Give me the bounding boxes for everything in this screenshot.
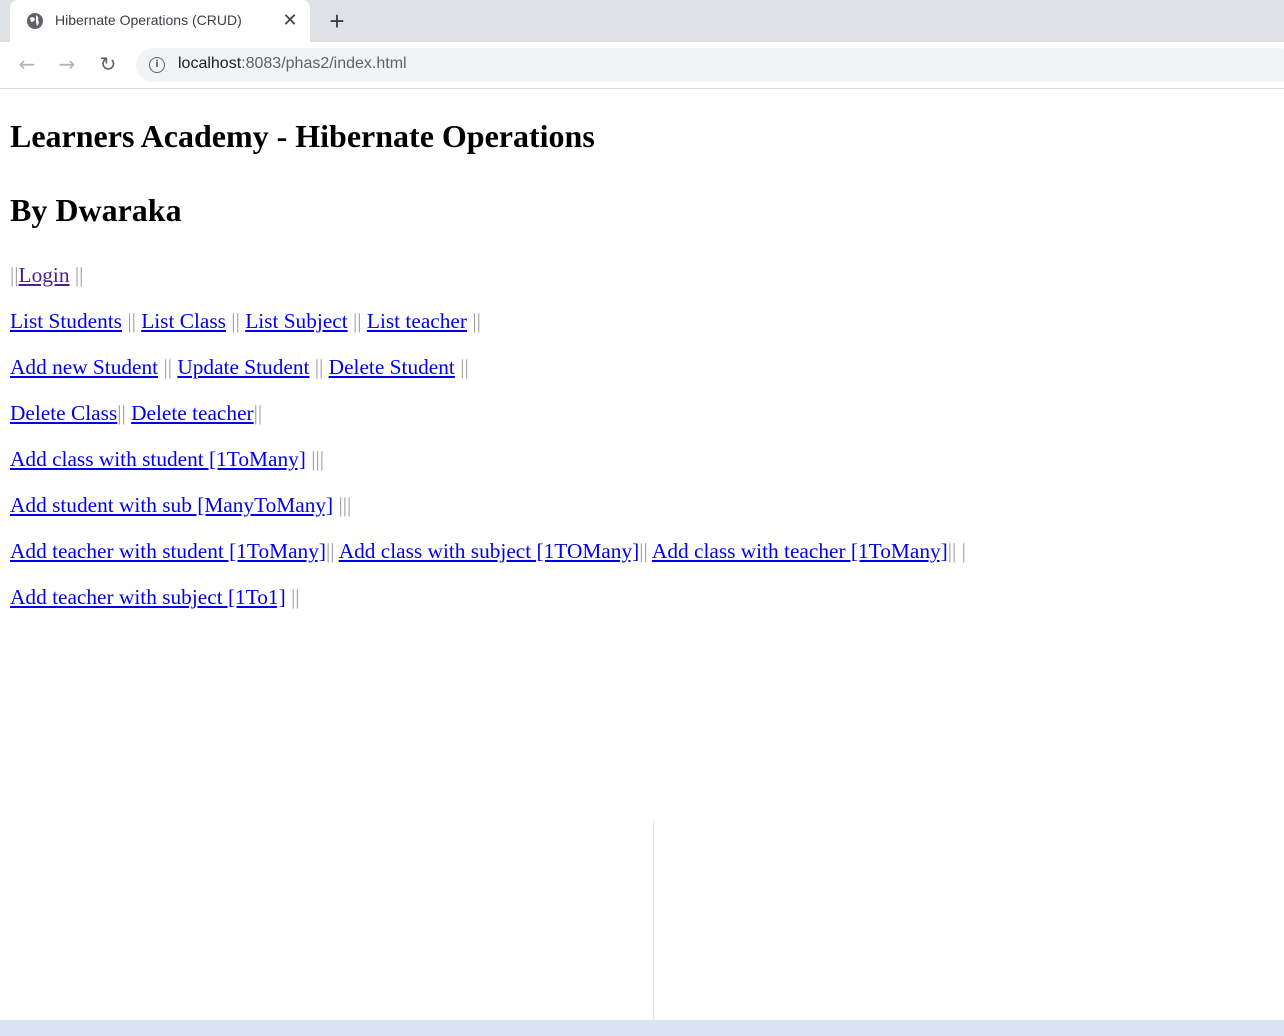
- login-link[interactable]: Login: [19, 263, 70, 287]
- browser-tab[interactable]: Hibernate Operations (CRUD) ✕: [10, 0, 310, 42]
- separator: ||: [231, 309, 240, 333]
- address-bar[interactable]: i localhost:8083/phas2/index.html: [136, 48, 1284, 82]
- delete-row: Delete Class|| Delete teacher||: [10, 401, 262, 426]
- separator: ||: [253, 401, 263, 425]
- add-class-with-subject-link[interactable]: Add class with subject [1TOMany]: [339, 539, 640, 563]
- url-path: :8083/phas2/index.html: [241, 55, 407, 72]
- add-teacher-with-student-link[interactable]: Add teacher with student [1ToMany]: [10, 539, 326, 563]
- update-student-link[interactable]: Update Student: [177, 355, 309, 379]
- delete-class-link[interactable]: Delete Class: [10, 401, 117, 425]
- list-class-link[interactable]: List Class: [141, 309, 226, 333]
- page-title: Learners Academy - Hibernate Operations: [10, 118, 595, 154]
- separator: ||: [353, 309, 362, 333]
- separator: ||: [127, 309, 136, 333]
- list-teacher-link[interactable]: List teacher: [367, 309, 467, 333]
- delete-student-link[interactable]: Delete Student: [329, 355, 455, 379]
- globe-icon: [27, 13, 43, 29]
- separator: ||: [163, 355, 172, 379]
- url-host: localhost: [178, 55, 242, 72]
- separator: ||: [314, 355, 324, 379]
- separator: ||: [947, 539, 957, 563]
- list-subject-link[interactable]: List Subject: [245, 309, 348, 333]
- tab-title: Hibernate Operations (CRUD): [55, 12, 242, 28]
- separator: ||: [460, 355, 469, 379]
- reload-icon[interactable]: ↻: [96, 52, 120, 76]
- class-student-row: Add class with student [1ToMany] |||: [10, 447, 324, 472]
- browser-toolbar: ← → ↻ i localhost:8083/phas2/index.html: [0, 42, 1284, 89]
- separator: |: [961, 539, 966, 563]
- add-teacher-with-subject-link[interactable]: Add teacher with subject [1To1]: [10, 585, 286, 609]
- add-class-with-teacher-link[interactable]: Add class with teacher [1ToMany]: [652, 539, 948, 563]
- vertical-divider: [653, 820, 654, 1020]
- add-student-with-sub-link[interactable]: Add student with sub [ManyToMany]: [10, 493, 333, 517]
- separator: ||: [639, 539, 648, 563]
- separator: ||: [325, 539, 335, 563]
- list-row: List Students || List Class || List Subj…: [10, 309, 481, 334]
- separator: ||: [69, 263, 84, 287]
- relations-row: Add teacher with student [1ToMany]|| Add…: [10, 539, 966, 564]
- taskbar: [0, 1020, 1284, 1036]
- separator: ||: [10, 263, 19, 287]
- student-row: Add new Student || Update Student || Del…: [10, 355, 469, 380]
- student-subject-row: Add student with sub [ManyToMany] |||: [10, 493, 351, 518]
- separator: |||: [311, 447, 325, 471]
- separator: ||: [117, 401, 126, 425]
- info-icon[interactable]: i: [149, 57, 165, 73]
- new-tab-button[interactable]: +: [324, 8, 350, 34]
- page-subtitle: By Dwaraka: [10, 192, 182, 228]
- close-tab-icon[interactable]: ✕: [280, 10, 300, 30]
- separator: ||: [291, 585, 300, 609]
- add-new-student-link[interactable]: Add new Student: [10, 355, 158, 379]
- teacher-subject-row: Add teacher with subject [1To1] ||: [10, 585, 300, 610]
- delete-teacher-link[interactable]: Delete teacher: [131, 401, 254, 425]
- tab-strip: Hibernate Operations (CRUD) ✕ +: [0, 0, 1284, 42]
- add-class-with-student-link[interactable]: Add class with student [1ToMany]: [10, 447, 306, 471]
- forward-arrow-icon[interactable]: →: [55, 52, 79, 76]
- separator: |||: [338, 493, 352, 517]
- list-students-link[interactable]: List Students: [10, 309, 122, 333]
- login-row: ||Login ||: [10, 263, 83, 288]
- back-arrow-icon[interactable]: ←: [15, 52, 39, 76]
- url-text[interactable]: localhost:8083/phas2/index.html: [178, 55, 407, 73]
- separator: ||: [472, 309, 481, 333]
